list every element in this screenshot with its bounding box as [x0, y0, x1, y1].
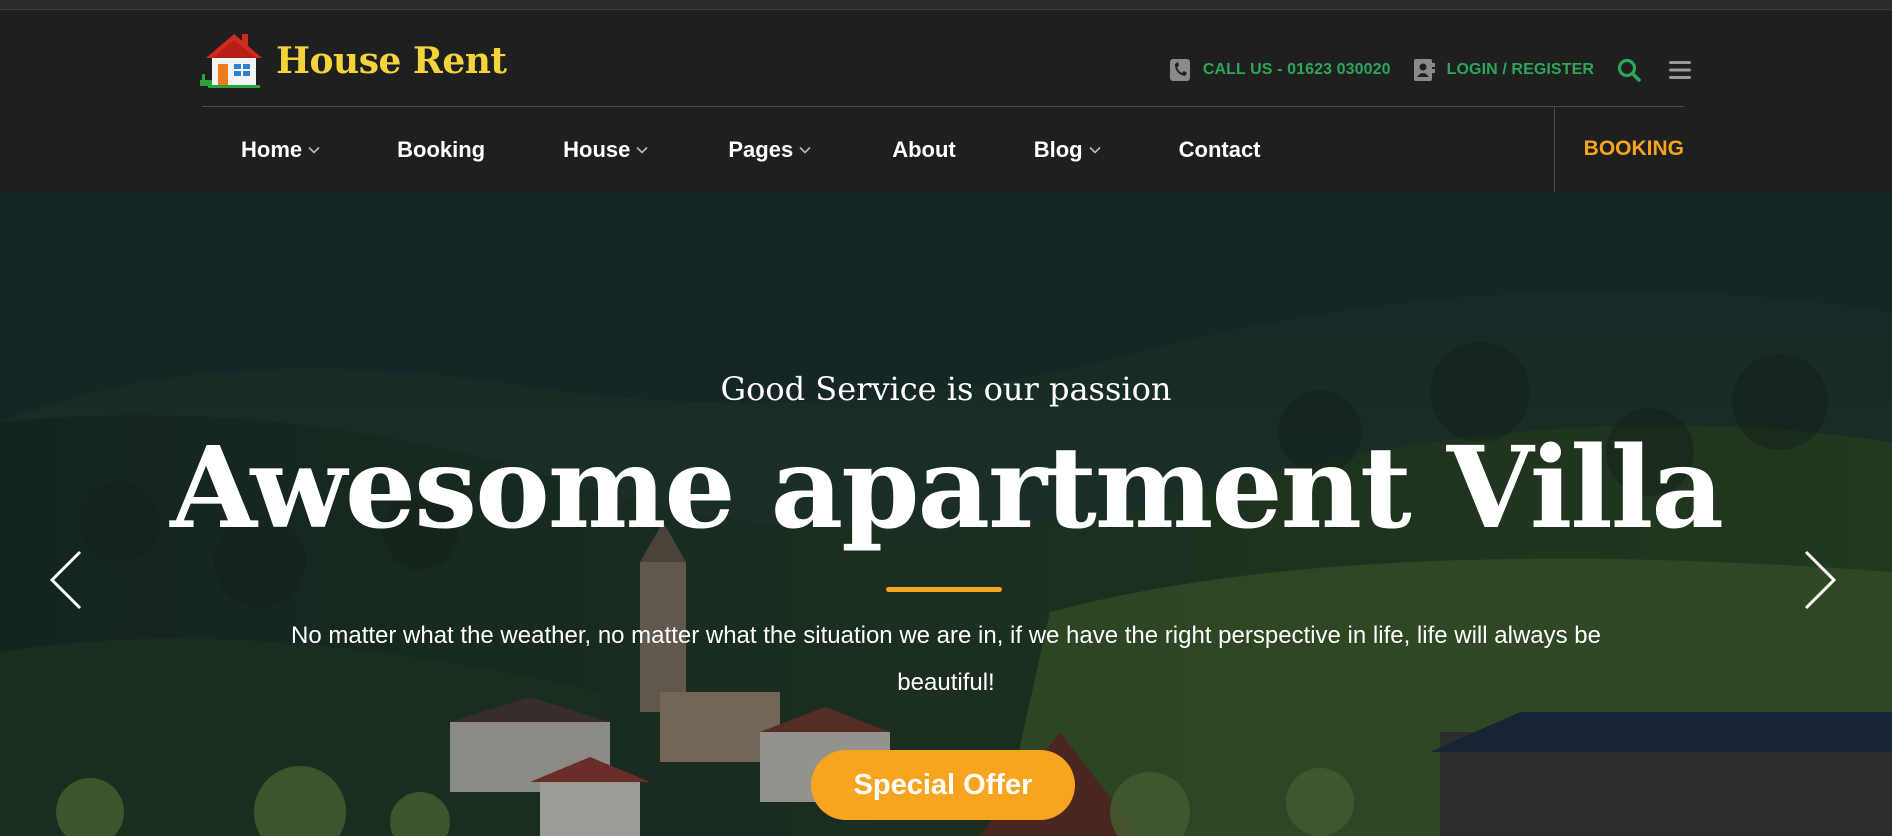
nav-item-booking[interactable]: Booking	[397, 137, 485, 163]
nav-item-label: About	[892, 137, 956, 162]
chevron-right-icon[interactable]	[1800, 548, 1840, 612]
login-register-link[interactable]: LOGIN / REGISTER	[1413, 58, 1594, 82]
call-us-label: CALL US - 01623 030020	[1202, 61, 1391, 78]
nav-item-label: Blog	[1033, 137, 1083, 162]
nav-item-home[interactable]: Home	[241, 137, 320, 163]
hamburger-menu-icon[interactable]	[1668, 59, 1692, 81]
house-logo-icon	[200, 28, 266, 94]
header-divider	[202, 106, 1684, 107]
hero-description: No matter what the weather, no matter wh…	[291, 622, 1601, 696]
booking-cta-link[interactable]: BOOKING	[1584, 137, 1684, 161]
special-offer-button[interactable]: Special Offer	[811, 750, 1075, 820]
chevron-down-icon	[1089, 146, 1101, 154]
main-nav: Home Booking House Pages About Blog Cont…	[202, 108, 1684, 192]
login-register-label: LOGIN / REGISTER	[1446, 61, 1594, 78]
search-icon[interactable]	[1616, 57, 1642, 83]
nav-item-label: House	[563, 137, 631, 162]
hero-title: Awesome apartment Villa	[170, 423, 1724, 554]
nav-item-contact[interactable]: Contact	[1179, 137, 1261, 163]
browser-top-strip	[0, 0, 1892, 10]
chevron-down-icon	[799, 146, 811, 154]
top-contact-bar: CALL US - 01623 030020 LOGIN / REGISTER	[1147, 54, 1692, 86]
nav-item-house[interactable]: House	[563, 137, 648, 163]
nav-item-about[interactable]: About	[892, 137, 956, 163]
nav-item-blog[interactable]: Blog	[1034, 137, 1101, 163]
contact-book-icon	[1413, 58, 1435, 82]
chevron-down-icon	[308, 146, 320, 154]
nav-item-label: Home	[241, 137, 303, 162]
site-header: House Rent CALL US - 01623 030020 LOGIN …	[0, 10, 1892, 192]
nav-item-pages[interactable]: Pages	[728, 137, 811, 163]
call-us-link[interactable]: CALL US - 01623 030020	[1169, 58, 1391, 82]
phone-icon	[1169, 58, 1191, 82]
nav-item-label: Contact	[1178, 137, 1261, 162]
hero-accent-rule	[886, 587, 1002, 592]
nav-vertical-divider	[1554, 106, 1555, 192]
nav-item-label: Pages	[728, 137, 794, 162]
chevron-down-icon	[636, 146, 648, 154]
hero-subtitle: Good Service is our passion	[720, 370, 1172, 408]
brand-name: House Rent	[276, 40, 507, 82]
nav-item-label: Booking	[397, 137, 486, 162]
hero-slider: Good Service is our passion Awesome apar…	[0, 192, 1892, 836]
chevron-left-icon[interactable]	[46, 548, 86, 612]
site-logo[interactable]: House Rent	[200, 28, 507, 94]
